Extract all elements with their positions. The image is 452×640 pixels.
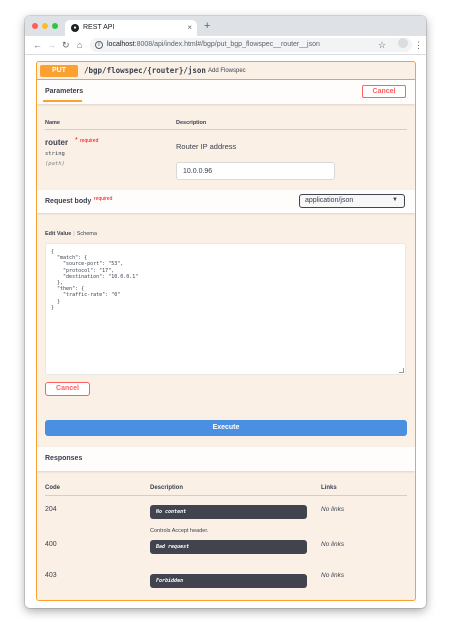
url-path: :8008/api/index.html#/bgp/put_bgp_flowsp…: [134, 41, 320, 48]
param-type: string: [45, 151, 65, 157]
table-divider: [45, 129, 407, 130]
tab-edit-value[interactable]: Edit Value: [45, 231, 71, 237]
browser-window: ● REST API × + ← → ↻ ⌂ i localhost:8008/…: [25, 16, 426, 608]
response-description: No content: [150, 505, 307, 519]
request-body-json[interactable]: { "match": { "source-port": "53", "proto…: [51, 249, 138, 311]
back-arrow-icon[interactable]: ←: [33, 39, 42, 51]
param-required-star: *: [75, 137, 78, 144]
param-location: (path): [45, 161, 65, 167]
request-body-editor[interactable]: { "match": { "source-port": "53", "proto…: [45, 243, 406, 375]
col-header-name: Name: [45, 120, 60, 126]
responses-col-code: Code: [45, 485, 60, 491]
col-header-description: Description: [176, 120, 207, 126]
resize-grip-icon[interactable]: [399, 368, 404, 373]
response-code: 403: [45, 572, 57, 579]
browser-tab[interactable]: ● REST API ×: [65, 20, 197, 36]
accept-header-note: Controls Accept header.: [150, 528, 209, 534]
tab-parameters[interactable]: Parameters: [45, 87, 83, 97]
forward-arrow-icon[interactable]: →: [47, 39, 56, 51]
reload-icon[interactable]: ↻: [62, 39, 70, 51]
responses-header: Responses: [37, 447, 415, 471]
response-description: Bad request: [150, 540, 307, 554]
github-favicon-icon: ●: [71, 24, 79, 32]
page-content: PUT /bgp/flowspec/{router}/json Add Flow…: [25, 56, 426, 608]
operation-summary[interactable]: PUT /bgp/flowspec/{router}/json Add Flow…: [37, 62, 415, 80]
execute-button[interactable]: Execute: [45, 420, 407, 436]
new-tab-icon[interactable]: +: [204, 19, 210, 33]
operation-path: /bgp/flowspec/{router}/json: [84, 66, 206, 75]
home-icon[interactable]: ⌂: [77, 39, 82, 51]
response-links: No links: [321, 506, 345, 513]
minimize-window-icon[interactable]: [42, 23, 48, 29]
request-body-title: Request body: [45, 198, 92, 205]
request-body-header: Request body required application/json ▼: [37, 190, 415, 213]
method-badge: PUT: [40, 65, 78, 77]
address-bar[interactable]: i localhost:8008/api/index.html#/bgp/put…: [90, 38, 412, 52]
site-info-icon[interactable]: i: [95, 41, 103, 49]
maximize-window-icon[interactable]: [52, 23, 58, 29]
response-links: No links: [321, 572, 345, 579]
url-host: localhost: [107, 41, 135, 48]
responses-col-description: Description: [150, 485, 184, 491]
operation-summary-text: Add Flowspec: [208, 68, 246, 74]
tab-bar: ● REST API × +: [25, 16, 426, 36]
responses-col-links: Links: [321, 485, 337, 491]
browser-toolbar: ← → ↻ ⌂ i localhost:8008/api/index.html#…: [25, 36, 426, 55]
responses-title: Responses: [45, 455, 83, 462]
operation-block: PUT /bgp/flowspec/{router}/json Add Flow…: [36, 61, 416, 601]
body-tabs: Edit Value | Schema: [45, 230, 97, 238]
response-links: No links: [321, 541, 345, 548]
param-description: Router IP address: [176, 142, 237, 151]
chevron-down-icon: ▼: [392, 197, 398, 203]
request-body-required: required: [94, 196, 113, 202]
parameters-header: Parameters Cancel: [37, 80, 415, 104]
response-code: 400: [45, 541, 57, 548]
response-description: Forbidden: [150, 574, 307, 588]
responses-divider: [45, 495, 407, 496]
tab-close-icon[interactable]: ×: [187, 23, 192, 33]
param-required-label: required: [80, 138, 99, 144]
content-type-value: application/json: [305, 197, 354, 204]
tab-schema[interactable]: Schema: [77, 231, 97, 237]
tab-title: REST API: [83, 24, 115, 31]
bookmark-star-icon[interactable]: ☆: [378, 39, 386, 51]
content-type-select[interactable]: application/json ▼: [299, 194, 405, 208]
cancel-try-out-button[interactable]: Cancel: [362, 85, 406, 98]
browser-menu-icon[interactable]: ⋮: [414, 39, 423, 51]
router-input[interactable]: [176, 162, 335, 180]
tab-active-underline: [43, 100, 82, 102]
param-name: router: [45, 138, 69, 147]
close-window-icon[interactable]: [32, 23, 38, 29]
url-text[interactable]: localhost:8008/api/index.html#/bgp/put_b…: [107, 40, 320, 50]
response-code: 204: [45, 506, 57, 513]
cancel-body-button[interactable]: Cancel: [45, 382, 90, 396]
profile-avatar-icon[interactable]: [398, 38, 408, 48]
